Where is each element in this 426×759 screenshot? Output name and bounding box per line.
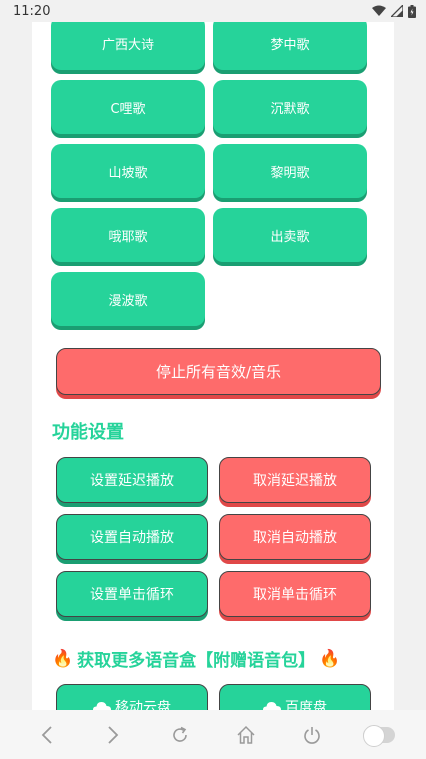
set-loop-button[interactable]: 设置单击循环: [56, 571, 208, 617]
home-icon: [237, 725, 255, 744]
home-button[interactable]: [228, 717, 264, 753]
chevron-right-icon: [108, 725, 119, 744]
refresh-icon: [173, 726, 187, 742]
battery-icon: [408, 4, 416, 18]
promo-text: 获取更多语音盒【附赠语音包】: [77, 651, 316, 671]
baidu-pan-button[interactable]: 百度盘: [219, 684, 371, 710]
song-button-oye[interactable]: 哦耶歌: [51, 208, 205, 262]
section-title: 功能设置: [52, 422, 124, 443]
song-button-liming[interactable]: 黎明歌: [213, 144, 367, 198]
status-icons: [372, 4, 416, 18]
power-button[interactable]: [294, 717, 330, 753]
song-button-cli[interactable]: C哩歌: [51, 80, 205, 134]
back-button[interactable]: [29, 717, 65, 753]
cancel-auto-button[interactable]: 取消自动播放: [219, 514, 371, 560]
cancel-loop-button[interactable]: 取消单击循环: [219, 571, 371, 617]
toggle-switch[interactable]: [362, 724, 395, 747]
status-time: 11:20: [13, 3, 51, 19]
fire-icon-right: 🔥: [319, 648, 341, 669]
song-button-guangxi[interactable]: 广西大诗: [51, 16, 205, 70]
forward-button[interactable]: [95, 717, 131, 753]
promo-heading[interactable]: 🔥 获取更多语音盒【附赠语音包】 🔥: [52, 646, 372, 672]
chevron-left-icon: [41, 725, 52, 744]
song-button-chumai[interactable]: 出卖歌: [213, 208, 367, 262]
wifi-icon: [372, 5, 386, 16]
fire-icon: 🔥: [52, 648, 74, 669]
mobile-cloud-label: 移动云盘: [115, 700, 171, 710]
song-button-mengzhong[interactable]: 梦中歌: [213, 16, 367, 70]
cloud-icon: [93, 702, 111, 710]
signal-icon: [391, 5, 403, 17]
browser-nav-bar: [0, 710, 426, 759]
refresh-button[interactable]: [162, 717, 198, 753]
song-button-manbo[interactable]: 漫波歌: [51, 272, 205, 326]
mobile-cloud-button[interactable]: 移动云盘: [56, 684, 208, 710]
power-icon: [304, 726, 321, 744]
stop-all-button[interactable]: 停止所有音效/音乐: [56, 348, 381, 395]
song-button-chenmo[interactable]: 沉默歌: [213, 80, 367, 134]
set-delay-button[interactable]: 设置延迟播放: [56, 457, 208, 503]
song-button-shanpo[interactable]: 山坡歌: [51, 144, 205, 198]
cancel-delay-button[interactable]: 取消延迟播放: [219, 457, 371, 503]
content-panel[interactable]: 广西大诗 梦中歌 C哩歌 沉默歌 山坡歌 黎明歌 哦耶歌 出卖歌 漫波歌 停止所…: [32, 0, 394, 710]
set-auto-button[interactable]: 设置自动播放: [56, 514, 208, 560]
cloud-icon: [263, 702, 281, 710]
status-bar: 11:20: [0, 0, 426, 22]
night-mode-toggle[interactable]: [361, 717, 397, 753]
baidu-pan-label: 百度盘: [285, 700, 327, 710]
